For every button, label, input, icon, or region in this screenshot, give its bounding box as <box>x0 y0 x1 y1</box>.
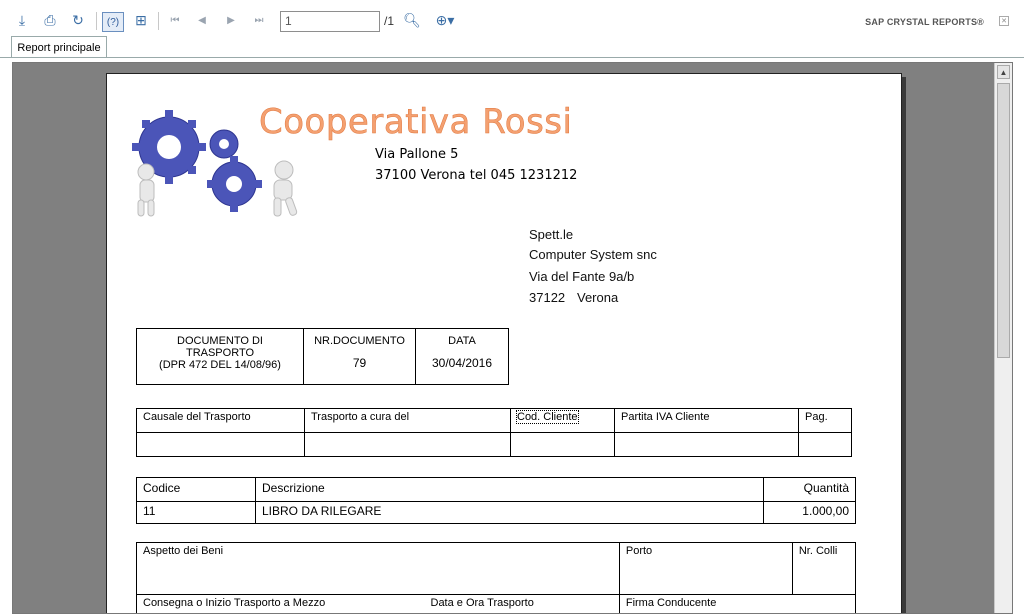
find-icon[interactable]: 🔍︎ <box>402 10 422 30</box>
document-header-box: DOCUMENTO DI TRASPORTO (DPR 472 DEL 14/0… <box>136 328 509 385</box>
vertical-scrollbar[interactable]: ▲ <box>994 63 1012 613</box>
items-header-descrizione: Descrizione <box>255 477 764 502</box>
item-code: 11 <box>136 501 256 524</box>
partita-iva-label: Partita IVA Cliente <box>614 408 799 433</box>
recipient-street: Via del Fante 9a/b <box>529 269 635 284</box>
recipient-city: Verona <box>577 290 619 305</box>
recipient-salutation: Spett.le <box>529 227 574 242</box>
porto-label: Porto <box>618 542 793 595</box>
document-title-line: DOCUMENTO DI <box>177 335 263 347</box>
previous-page-icon[interactable]: ◀ <box>192 10 212 30</box>
document-number-label: NR.DOCUMENTO <box>314 335 405 347</box>
consegna-label: Consegna o Inizio Trasporto a Mezzo <box>136 594 425 613</box>
partita-iva-value <box>614 432 799 457</box>
report-page: Cooperativa Rossi Via Pallone 5 37100 Ve… <box>106 73 902 613</box>
items-table: Codice Descrizione Quantità 11 LIBRO DA … <box>136 477 856 524</box>
document-date-value: 30/04/2016 <box>431 356 493 370</box>
aspetto-beni-label: Aspetto dei Beni <box>136 542 620 595</box>
zoom-icon[interactable]: ⊕▾ <box>430 10 460 30</box>
print-icon[interactable]: ⎙ <box>40 10 60 30</box>
pag-label: Pag. <box>798 408 852 433</box>
company-name: Cooperativa Rossi <box>259 102 573 143</box>
toolbar-separator <box>158 12 159 30</box>
document-date-cell: DATA 30/04/2016 <box>415 328 509 385</box>
document-number-cell: NR.DOCUMENTO 79 <box>303 328 416 385</box>
refresh-icon[interactable]: ↻ <box>68 10 88 30</box>
group-tree-icon[interactable]: ⊞ <box>131 10 151 30</box>
causale-label: Causale del Trasporto <box>136 408 305 433</box>
data-ora-label: Data e Ora Trasporto <box>424 594 620 613</box>
company-street: Via Pallone 5 <box>375 147 459 162</box>
nr-colli-label: Nr. Colli <box>791 542 857 595</box>
recipient-name: Computer System snc <box>529 247 657 262</box>
item-quantity: 1.000,00 <box>763 501 856 524</box>
item-description: LIBRO DA RILEGARE <box>255 501 764 524</box>
table-row: 11 LIBRO DA RILEGARE 1.000,00 <box>136 501 856 524</box>
cod-cliente-text[interactable]: Cod. Cliente <box>516 410 579 424</box>
close-icon[interactable]: ✕ <box>999 16 1009 26</box>
document-title-line: TRASPORTO <box>185 347 255 359</box>
brand-label: SAP CRYSTAL REPORTS® <box>865 17 984 27</box>
scroll-thumb[interactable] <box>997 83 1010 358</box>
recipient-zip: 37122 <box>529 290 566 305</box>
cod-cliente-value <box>510 432 615 457</box>
company-city: 37100 Verona tel 045 1231212 <box>375 168 578 183</box>
items-header-quantita: Quantità <box>763 477 856 502</box>
cod-cliente-label[interactable]: Cod. Cliente <box>510 408 615 433</box>
document-number-value: 79 <box>352 356 367 370</box>
document-title-cell: DOCUMENTO DI TRASPORTO (DPR 472 DEL 14/0… <box>136 328 304 385</box>
causale-value <box>136 432 305 457</box>
a-cura-value <box>304 432 511 457</box>
footer-box: Aspetto dei Beni Porto Nr. Colli Consegn… <box>136 542 857 613</box>
toolbar-separator <box>96 12 97 30</box>
report-toolbar: ⤓ ⎙ ↻ (?) ⊞ ⏮ ◀ ▶ ⏭ 1 /1 🔍︎ ⊕▾ SAP CRYST… <box>0 0 1024 36</box>
items-header-codice: Codice <box>136 477 256 502</box>
tab-report-principale[interactable]: Report principale <box>11 36 107 58</box>
report-view[interactable]: Cooperativa Rossi Via Pallone 5 37100 Ve… <box>12 62 1013 614</box>
document-title-line: (DPR 472 DEL 14/08/96) <box>159 359 281 371</box>
next-page-icon[interactable]: ▶ <box>221 10 241 30</box>
tab-divider <box>0 57 1024 58</box>
first-page-icon[interactable]: ⏮ <box>165 10 185 30</box>
pag-value <box>798 432 852 457</box>
document-date-label: DATA <box>448 335 476 347</box>
help-button[interactable]: (?) <box>102 12 124 32</box>
scroll-up-icon[interactable]: ▲ <box>997 65 1010 79</box>
transport-box: Causale del Trasporto Trasporto a cura d… <box>136 408 852 457</box>
firma-label: Firma Conducente <box>618 594 857 613</box>
a-cura-label: Trasporto a cura del <box>304 408 511 433</box>
export-icon[interactable]: ⤓ <box>12 10 32 30</box>
page-total: /1 <box>384 14 395 28</box>
last-page-icon[interactable]: ⏭ <box>249 10 269 30</box>
page-number-input[interactable]: 1 <box>280 11 380 32</box>
